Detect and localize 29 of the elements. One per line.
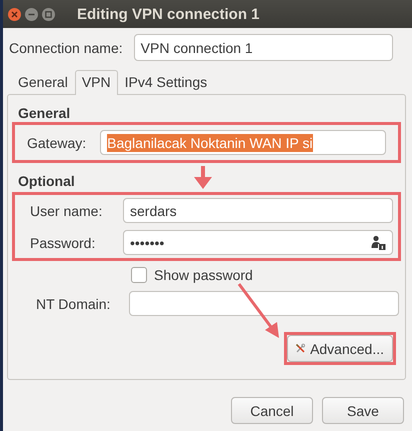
field-label: Connection name: [9,40,123,56]
input-field[interactable] [129,291,399,316]
tab[interactable]: General [11,70,75,94]
user-info-icon[interactable] [371,235,386,250]
checkbox[interactable] [131,267,147,283]
section-heading: Optional [18,173,75,189]
tab[interactable]: IPv4 Settings [118,70,214,94]
maximize-icon [45,10,52,18]
password-field[interactable]: ••••••• [123,230,393,255]
minimize-button[interactable] [25,8,38,20]
advanced-button[interactable]: Advanced... [287,335,393,362]
field-label: Gateway: [27,134,86,150]
field-text: Baglanilacak Noktanin WAN IP si [107,134,313,152]
maximize-button[interactable] [42,8,55,20]
dialog-button[interactable]: Cancel [231,397,313,424]
checkbox-label: Show password [154,267,253,283]
dialog-button[interactable]: Save [322,397,404,424]
field-label: Password: [30,234,96,250]
field-label: User name: [30,202,104,218]
close-button[interactable] [8,8,21,20]
window-title: Editing VPN connection 1 [77,6,260,22]
tab[interactable]: VPN [74,70,118,95]
input-field[interactable]: VPN connection 1 [134,34,393,61]
annotation-arrow [194,166,212,189]
field-label: NT Domain: [36,296,112,312]
section-heading: General [18,105,70,121]
annotation-arrow [238,283,279,338]
close-icon [11,10,18,18]
input-field[interactable]: serdars [123,198,393,223]
